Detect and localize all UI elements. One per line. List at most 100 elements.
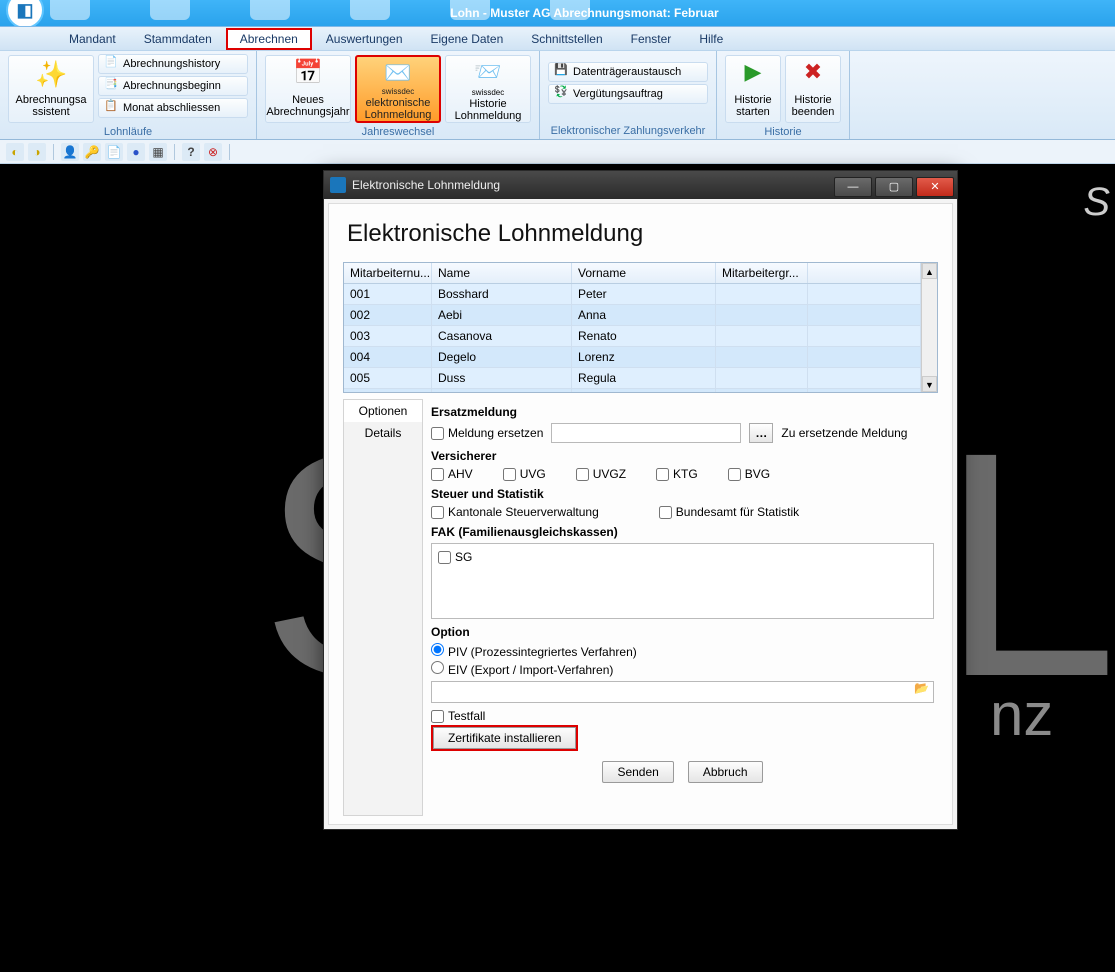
checkbox-label: Kantonale Steuerverwaltung — [448, 505, 599, 519]
dock-icon[interactable] — [450, 0, 490, 20]
meldung-ersetzen-checkbox[interactable]: Meldung ersetzen — [431, 426, 543, 440]
testfall-checkbox[interactable]: Testfall — [431, 709, 485, 723]
calendar-icon: 📅 — [292, 60, 324, 92]
table-row[interactable]: 002AebiAnna — [344, 305, 921, 326]
toolbar-btn[interactable]: ⊗ — [204, 143, 222, 161]
zertifikate-installieren-button[interactable]: Zertifikate installieren — [433, 727, 576, 749]
scroll-down-icon[interactable]: ▼ — [922, 376, 937, 392]
checkbox-label: SG — [455, 550, 472, 564]
cell-blank — [808, 284, 921, 304]
browse-button[interactable]: … — [749, 423, 773, 443]
menu-eigene-daten[interactable]: Eigene Daten — [417, 28, 518, 50]
col-name[interactable]: Name — [432, 263, 572, 283]
ribbon-label: Historie beenden — [792, 94, 835, 118]
dock-icon[interactable] — [350, 0, 390, 20]
menu-hilfe[interactable]: Hilfe — [685, 28, 737, 50]
menu-mandant[interactable]: Mandant — [55, 28, 130, 50]
menu-stammdaten[interactable]: Stammdaten — [130, 28, 226, 50]
mail-icon: ✉️ — [382, 61, 414, 86]
col-mitarbeiternummer[interactable]: Mitarbeiternu... — [344, 263, 432, 283]
ribbon-label: Datenträgeraustausch — [573, 66, 681, 78]
dialog-titlebar[interactable]: Elektronische Lohnmeldung — ▢ ✕ — [324, 171, 957, 199]
help-icon[interactable]: ? — [182, 143, 200, 161]
col-vorname[interactable]: Vorname — [572, 263, 716, 283]
toolbar-btn[interactable]: ▦ — [149, 143, 167, 161]
checkbox-label: KTG — [673, 467, 698, 481]
piv-radio[interactable]: PIV (Prozessintegriertes Verfahren) — [431, 643, 637, 659]
scroll-up-icon[interactable]: ▲ — [922, 263, 937, 279]
toolbar-btn[interactable]: 📄 — [105, 143, 123, 161]
toolbar-btn[interactable]: ◐ — [6, 143, 24, 161]
swissdec-label: swissdec — [382, 88, 414, 97]
maximize-button[interactable]: ▢ — [875, 177, 913, 197]
section-ersatzmeldung: Ersatzmeldung — [431, 405, 934, 419]
tab-optionen[interactable]: Optionen — [344, 400, 422, 422]
lohnmeldung-dialog: Elektronische Lohnmeldung — ▢ ✕ Elektron… — [323, 170, 958, 830]
neues-abrechnungsjahr-button[interactable]: 📅 Neues Abrechnungsjahr — [265, 55, 351, 123]
toolbar-btn[interactable]: ◑ — [28, 143, 46, 161]
ersatz-input[interactable] — [551, 423, 741, 443]
historie-lohnmeldung-button[interactable]: 📨 swissdec Historie Lohnmeldung — [445, 55, 531, 123]
abrechnungsbeginn-button[interactable]: 📑Abrechnungsbeginn — [98, 76, 248, 96]
fak-sg-checkbox[interactable]: SG — [438, 550, 927, 564]
ribbon-label: Vergütungsauftrag — [573, 88, 663, 100]
table-row[interactable]: 006CombertaldiRenato — [344, 389, 921, 392]
dock-icon[interactable] — [150, 0, 190, 20]
abbruch-button[interactable]: Abbruch — [688, 761, 763, 783]
menu-auswertungen[interactable]: Auswertungen — [312, 28, 417, 50]
dock-icon[interactable] — [550, 0, 590, 20]
app-logo-icon: ◧ — [6, 0, 44, 29]
path-input[interactable] — [431, 681, 934, 703]
folder-icon[interactable]: 📂 — [914, 681, 932, 699]
bvg-checkbox[interactable]: BVG — [728, 467, 770, 481]
section-option: Option — [431, 625, 934, 639]
menu-abrechnen[interactable]: Abrechnen — [226, 28, 312, 50]
dialog-title: Elektronische Lohnmeldung — [352, 178, 500, 192]
swissdec-label: swissdec — [472, 89, 504, 98]
cell-id: 004 — [344, 347, 432, 367]
grid-scrollbar[interactable]: ▲ ▼ — [921, 263, 937, 392]
datentraegeraustausch-button[interactable]: 💾Datenträgeraustausch — [548, 62, 708, 82]
checkbox-label: BVG — [745, 467, 770, 481]
stop-calendar-icon: ✖ — [797, 60, 829, 92]
verguetungsauftrag-button[interactable]: 💱Vergütungsauftrag — [548, 84, 708, 104]
fak-listbox[interactable]: SG — [431, 543, 934, 619]
elektronische-lohnmeldung-button[interactable]: ✉️ swissdec elektronische Lohnmeldung — [355, 55, 441, 123]
senden-button[interactable]: Senden — [602, 761, 673, 783]
table-row[interactable]: 001BosshardPeter — [344, 284, 921, 305]
cell-vorname: Renato — [572, 389, 716, 392]
tab-details[interactable]: Details — [344, 422, 422, 444]
historie-beenden-button[interactable]: ✖ Historie beenden — [785, 55, 841, 123]
abrechnungsassistent-button[interactable]: ✨ Abrechnungsassistent — [8, 55, 94, 123]
ahv-checkbox[interactable]: AHV — [431, 467, 473, 481]
options-tabs: Optionen Details — [343, 399, 423, 816]
toolbar-btn[interactable]: 🔑 — [83, 143, 101, 161]
ribbon-label: Abrechnungshistory — [123, 58, 220, 70]
uvgz-checkbox[interactable]: UVGZ — [576, 467, 626, 481]
minimize-button[interactable]: — — [834, 177, 872, 197]
historie-starten-button[interactable]: ▶ Historie starten — [725, 55, 781, 123]
uvg-checkbox[interactable]: UVG — [503, 467, 546, 481]
col-mitarbeitergruppe[interactable]: Mitarbeitergr... — [716, 263, 808, 283]
close-button[interactable]: ✕ — [916, 177, 954, 197]
ktg-checkbox[interactable]: KTG — [656, 467, 698, 481]
bundesamt-checkbox[interactable]: Bundesamt für Statistik — [659, 505, 799, 519]
table-row[interactable]: 005DussRegula — [344, 368, 921, 389]
monat-abschliessen-button[interactable]: 📋Monat abschliessen — [98, 98, 248, 118]
menu-fenster[interactable]: Fenster — [617, 28, 686, 50]
dock-icon[interactable] — [250, 0, 290, 20]
dock-icon[interactable] — [50, 0, 90, 20]
toolbar-btn[interactable]: ● — [127, 143, 145, 161]
history-icon: 📄 — [103, 56, 119, 72]
kantonale-checkbox[interactable]: Kantonale Steuerverwaltung — [431, 505, 599, 519]
toolbar-btn[interactable]: 👤 — [61, 143, 79, 161]
table-row[interactable]: 004DegeloLorenz — [344, 347, 921, 368]
cell-group — [716, 305, 808, 325]
cell-id: 005 — [344, 368, 432, 388]
eiv-radio[interactable]: EIV (Export / Import-Verfahren) — [431, 661, 613, 677]
table-row[interactable]: 003CasanovaRenato — [344, 326, 921, 347]
checkbox-label: UVG — [520, 467, 546, 481]
wand-icon: ✨ — [35, 60, 67, 92]
menu-schnittstellen[interactable]: Schnittstellen — [517, 28, 616, 50]
abrechnungshistory-button[interactable]: 📄 Abrechnungshistory — [98, 54, 248, 74]
